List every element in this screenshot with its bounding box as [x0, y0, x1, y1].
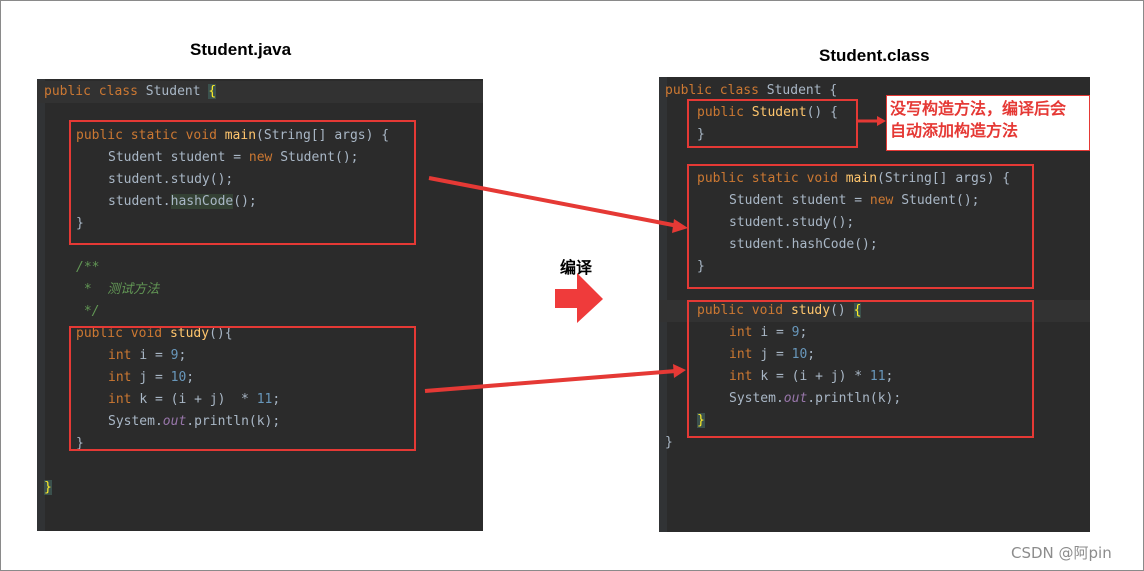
arrow-overlay: [424, 116, 886, 393]
watermark: CSDN @阿pin: [1011, 544, 1112, 562]
compile-arrow-icon: [555, 273, 603, 323]
mapping-arrow-main: [428, 176, 679, 228]
arrowhead-icon: [672, 219, 688, 233]
arrowhead-icon: [673, 364, 686, 378]
mapping-arrow-study: [424, 369, 677, 393]
arrowhead-icon: [877, 116, 886, 126]
